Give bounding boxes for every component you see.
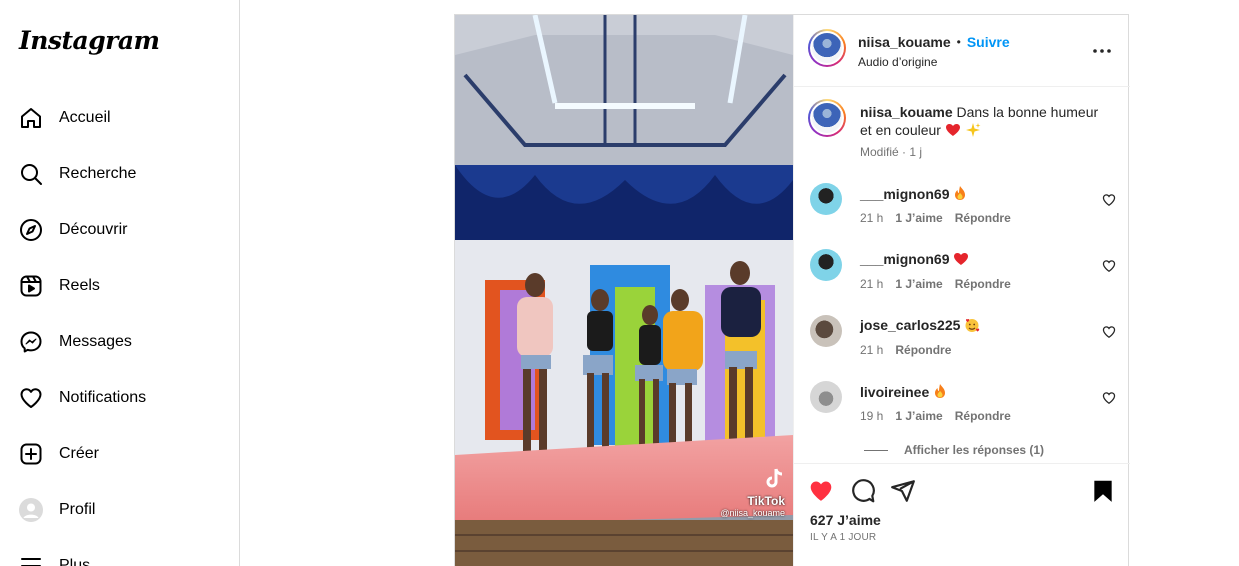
sidebar-item-search[interactable]: Recherche bbox=[18, 154, 228, 194]
sidebar-item-label: Découvrir bbox=[59, 221, 128, 238]
post-date: IL Y A 1 JOUR bbox=[810, 532, 877, 543]
instagram-logo[interactable]: Instagram bbox=[19, 26, 160, 55]
send-icon bbox=[891, 480, 915, 502]
reels-icon bbox=[18, 273, 44, 299]
post-modal: TikTok @niisa_kouame niisa_kouame • Suiv… bbox=[454, 14, 1130, 566]
reply-button[interactable]: Répondre bbox=[895, 343, 951, 357]
heart-icon bbox=[18, 385, 44, 411]
sidebar: Instagram Accueil Recherche Découvrir Re… bbox=[0, 0, 240, 566]
comment-like-icon[interactable] bbox=[1102, 259, 1116, 273]
view-replies-button[interactable]: Afficher les réponses (1) bbox=[864, 443, 1044, 457]
comment-avatar[interactable] bbox=[810, 381, 842, 413]
caption-username[interactable]: niisa_kouame bbox=[860, 104, 953, 120]
tiktok-logo-icon bbox=[765, 467, 785, 489]
compass-icon bbox=[18, 217, 44, 243]
sidebar-item-label: Reels bbox=[59, 277, 100, 294]
comment-username[interactable]: ___mignon69 bbox=[860, 186, 949, 202]
sidebar-item-label: Messages bbox=[59, 333, 132, 350]
sidebar-item-reels[interactable]: Reels bbox=[18, 266, 228, 306]
comment-avatar[interactable] bbox=[810, 315, 842, 347]
menu-icon bbox=[18, 553, 44, 566]
smiling-hearts-emoji-icon bbox=[964, 317, 980, 333]
post-video[interactable]: TikTok @niisa_kouame bbox=[455, 15, 793, 566]
comment-avatar[interactable] bbox=[810, 183, 842, 215]
sidebar-item-label: Notifications bbox=[59, 389, 147, 406]
comment-time: 19 h bbox=[860, 409, 884, 423]
comment-item: ___mignon69 21 h 1 J’aime Répondre bbox=[794, 249, 1130, 305]
sidebar-item-label: Créer bbox=[59, 445, 100, 462]
red-heart-emoji-icon bbox=[953, 252, 969, 266]
replies-divider bbox=[864, 449, 888, 451]
share-button[interactable] bbox=[890, 478, 916, 504]
sidebar-item-profile[interactable]: Profil bbox=[18, 490, 228, 530]
sidebar-item-more[interactable]: Plus bbox=[18, 546, 228, 566]
post-details-panel: niisa_kouame • Suivre Audio d’origine ni… bbox=[793, 15, 1130, 566]
audio-link[interactable]: Audio d’origine bbox=[858, 55, 937, 69]
fire-emoji-icon bbox=[953, 185, 967, 201]
heart-filled-icon bbox=[810, 481, 832, 501]
fire-emoji-icon bbox=[933, 383, 947, 399]
tiktok-brand: TikTok bbox=[747, 494, 785, 508]
comment-like-icon[interactable] bbox=[1102, 391, 1116, 405]
comment-item: jose_carlos225 21 h Répondre bbox=[794, 315, 1130, 371]
sidebar-item-create[interactable]: Créer bbox=[18, 434, 228, 474]
sparkles-emoji-icon bbox=[965, 122, 981, 138]
post-header: niisa_kouame • Suivre Audio d’origine bbox=[794, 15, 1130, 87]
sidebar-item-messages[interactable]: Messages bbox=[18, 322, 228, 362]
separator-dot: • bbox=[956, 35, 961, 49]
author-avatar[interactable] bbox=[808, 29, 846, 67]
reply-button[interactable]: Répondre bbox=[955, 409, 1011, 423]
comment-like-icon[interactable] bbox=[1102, 325, 1116, 339]
sidebar-item-label: Plus bbox=[59, 557, 91, 566]
comment-avatar[interactable] bbox=[810, 249, 842, 281]
comment-likes[interactable]: 1 J’aime bbox=[895, 277, 942, 291]
reply-button[interactable]: Répondre bbox=[955, 277, 1011, 291]
caption-author-avatar[interactable] bbox=[808, 99, 846, 137]
follow-button[interactable]: Suivre bbox=[967, 34, 1010, 50]
like-button[interactable] bbox=[808, 478, 834, 504]
comment-likes[interactable]: 1 J’aime bbox=[895, 409, 942, 423]
comment-username[interactable]: jose_carlos225 bbox=[860, 317, 960, 333]
messenger-icon bbox=[18, 329, 44, 355]
sidebar-item-explore[interactable]: Découvrir bbox=[18, 210, 228, 250]
comment-like-icon[interactable] bbox=[1102, 193, 1116, 207]
comment-button[interactable] bbox=[850, 478, 876, 504]
comment-item: ___mignon69 21 h 1 J’aime Répondre bbox=[794, 183, 1130, 239]
author-username[interactable]: niisa_kouame bbox=[858, 34, 951, 50]
home-icon bbox=[18, 105, 44, 131]
likes-count[interactable]: 627 J’aime bbox=[810, 512, 881, 528]
comment-username[interactable]: ___mignon69 bbox=[860, 251, 949, 267]
tiktok-handle: @niisa_kouame bbox=[720, 508, 785, 518]
comment-username[interactable]: livoireinee bbox=[860, 384, 929, 400]
plus-square-icon bbox=[18, 441, 44, 467]
sidebar-item-label: Recherche bbox=[59, 165, 137, 182]
save-button[interactable] bbox=[1090, 478, 1116, 504]
sidebar-item-label: Accueil bbox=[59, 109, 111, 126]
comment-item: livoireinee 19 h 1 J’aime Répondre bbox=[794, 381, 1130, 437]
avatar bbox=[18, 497, 44, 523]
red-heart-emoji-icon bbox=[945, 123, 961, 137]
comment-time: 21 h bbox=[860, 211, 884, 225]
caption: niisa_kouame Dans la bonne humeur et en … bbox=[860, 103, 1110, 139]
caption-meta: Modifié · 1 j bbox=[860, 145, 923, 159]
reply-button[interactable]: Répondre bbox=[955, 211, 1011, 225]
bookmark-filled-icon bbox=[1094, 480, 1112, 502]
comment-time: 21 h bbox=[860, 277, 884, 291]
comment-time: 21 h bbox=[860, 343, 884, 357]
search-icon bbox=[18, 161, 44, 187]
sidebar-item-home[interactable]: Accueil bbox=[18, 98, 228, 138]
comment-likes[interactable]: 1 J’aime bbox=[895, 211, 942, 225]
sidebar-item-notifications[interactable]: Notifications bbox=[18, 378, 228, 418]
sidebar-item-label: Profil bbox=[59, 501, 96, 518]
comment-icon bbox=[852, 479, 875, 503]
view-replies-label: Afficher les réponses (1) bbox=[904, 443, 1045, 457]
more-options-icon[interactable] bbox=[1092, 41, 1112, 61]
tiktok-watermark: TikTok @niisa_kouame bbox=[720, 467, 785, 518]
